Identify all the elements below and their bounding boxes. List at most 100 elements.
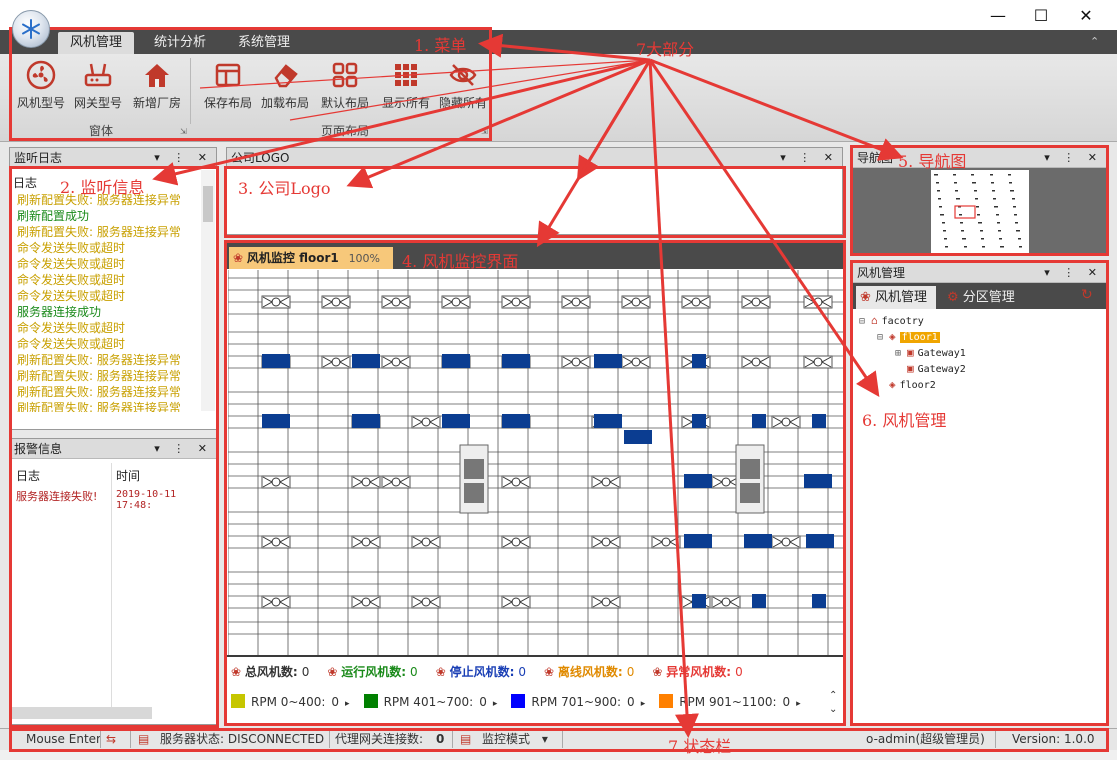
fan-marker[interactable] bbox=[501, 295, 531, 309]
fan-marker[interactable] bbox=[261, 535, 291, 549]
fan-unit-block[interactable] bbox=[502, 414, 530, 428]
load-layout-button[interactable]: 加载布局 bbox=[256, 57, 314, 113]
ribbon-collapse-icon[interactable]: ⌃ bbox=[1090, 35, 1099, 48]
fan-unit-block[interactable] bbox=[684, 534, 712, 548]
tab-zone-management[interactable]: ⚙ 分区管理 bbox=[943, 286, 1033, 309]
chevron-right-icon[interactable]: ▸ bbox=[345, 699, 350, 709]
fan-unit-block[interactable] bbox=[692, 414, 706, 428]
fan-marker[interactable] bbox=[261, 295, 291, 309]
tree-node[interactable]: ▣ Gateway2 bbox=[859, 361, 1099, 377]
fan-marker[interactable] bbox=[261, 475, 291, 489]
tree-node[interactable]: ◈ floor2 bbox=[859, 377, 1099, 393]
pane-controls[interactable]: ▾ ⋮ ✕ bbox=[1044, 148, 1102, 168]
fan-unit-block[interactable] bbox=[262, 354, 290, 368]
app-menu-orb[interactable] bbox=[12, 10, 50, 48]
pane-controls[interactable]: ▾ ⋮ ✕ bbox=[1044, 263, 1102, 283]
fan-unit-block[interactable] bbox=[502, 354, 530, 368]
fan-marker[interactable] bbox=[381, 475, 411, 489]
gateway-model-button[interactable]: 网关型号 bbox=[69, 57, 127, 113]
chevron-right-icon[interactable]: ▸ bbox=[641, 699, 646, 709]
chevron-right-icon[interactable]: ▸ bbox=[796, 699, 801, 709]
fan-unit-block[interactable] bbox=[352, 354, 380, 368]
collapse-icon[interactable]: ⊟ bbox=[859, 314, 871, 330]
show-all-button[interactable]: 显示所有 bbox=[377, 57, 435, 113]
fan-unit-block[interactable] bbox=[804, 474, 832, 488]
fan-unit-block[interactable] bbox=[594, 414, 622, 428]
fan-marker[interactable] bbox=[591, 595, 621, 609]
fan-marker[interactable] bbox=[771, 415, 801, 429]
minimize-button[interactable]: — bbox=[975, 0, 1021, 30]
floor-plan-canvas[interactable] bbox=[228, 270, 843, 655]
fan-marker[interactable] bbox=[381, 295, 411, 309]
tab-fan-management[interactable]: 风机管理 bbox=[58, 32, 135, 54]
chevron-right-icon[interactable]: ▸ bbox=[493, 699, 498, 709]
fan-marker[interactable] bbox=[501, 475, 531, 489]
fan-marker[interactable] bbox=[711, 595, 741, 609]
fan-marker[interactable] bbox=[621, 295, 651, 309]
fan-unit-block[interactable] bbox=[442, 414, 470, 428]
fan-marker[interactable] bbox=[411, 595, 441, 609]
fan-unit-block[interactable] bbox=[442, 354, 470, 368]
tree-node[interactable]: ⊟ ⌂ facotry bbox=[859, 313, 1099, 329]
floor1-doc-tab[interactable]: ❀ 风机监控 floor1 100% bbox=[229, 247, 393, 269]
fan-marker[interactable] bbox=[321, 295, 351, 309]
fan-marker[interactable] bbox=[741, 355, 771, 369]
fan-marker[interactable] bbox=[351, 475, 381, 489]
fan-unit-block[interactable] bbox=[752, 414, 766, 428]
fan-unit-block[interactable] bbox=[594, 354, 622, 368]
close-window-button[interactable]: ✕ bbox=[1063, 0, 1109, 30]
fan-marker[interactable] bbox=[771, 535, 801, 549]
fan-unit-block[interactable] bbox=[812, 414, 826, 428]
fan-marker[interactable] bbox=[351, 595, 381, 609]
mode-dropdown[interactable]: 监控模式 ▾ bbox=[482, 731, 548, 747]
tab-statistics[interactable]: 统计分析 bbox=[142, 32, 218, 54]
fan-marker[interactable] bbox=[741, 295, 771, 309]
maximize-button[interactable]: ☐ bbox=[1018, 0, 1064, 30]
default-layout-button[interactable]: 默认布局 bbox=[316, 57, 374, 113]
scroll-thumb[interactable] bbox=[203, 186, 213, 222]
tab-system[interactable]: 系统管理 bbox=[226, 32, 302, 54]
fan-marker[interactable] bbox=[441, 295, 471, 309]
add-factory-button[interactable]: 新增厂房 bbox=[128, 57, 186, 113]
fan-unit-block[interactable] bbox=[806, 534, 834, 548]
fan-marker[interactable] bbox=[411, 535, 441, 549]
fan-marker[interactable] bbox=[591, 475, 621, 489]
alarm-hscrollbar[interactable] bbox=[12, 707, 152, 719]
hide-all-button[interactable]: 隐藏所有 bbox=[434, 57, 492, 113]
dialog-launcher-icon[interactable]: ⇲ bbox=[180, 127, 187, 136]
expand-icon[interactable]: ⊞ bbox=[895, 346, 907, 362]
dialog-launcher-icon[interactable]: ⇲ bbox=[481, 127, 488, 136]
fan-unit-block[interactable] bbox=[262, 414, 290, 428]
fan-unit-block[interactable] bbox=[352, 414, 380, 428]
fan-marker[interactable] bbox=[803, 295, 833, 309]
fan-unit-block[interactable] bbox=[692, 594, 706, 608]
tree-node[interactable]: ⊟ ◈ floor1 bbox=[859, 329, 1099, 345]
fan-marker[interactable] bbox=[591, 535, 621, 549]
fan-unit-block[interactable] bbox=[692, 354, 706, 368]
tab-fan-list[interactable]: ❀ 风机管理 bbox=[856, 286, 936, 309]
navigator-minimap[interactable] bbox=[931, 170, 1029, 254]
fan-unit-block[interactable] bbox=[744, 534, 772, 548]
fan-unit-block[interactable] bbox=[624, 430, 652, 444]
log-scrollbar[interactable] bbox=[201, 170, 215, 411]
fan-marker[interactable] bbox=[261, 595, 291, 609]
fan-unit-block[interactable] bbox=[752, 594, 766, 608]
fan-marker[interactable] bbox=[381, 355, 411, 369]
fan-marker[interactable] bbox=[561, 295, 591, 309]
fan-marker[interactable] bbox=[501, 535, 531, 549]
sync-icon[interactable]: ⇆ bbox=[106, 731, 116, 747]
fan-marker[interactable] bbox=[411, 415, 441, 429]
fan-marker[interactable] bbox=[621, 355, 651, 369]
fan-unit-block[interactable] bbox=[812, 594, 826, 608]
fan-marker[interactable] bbox=[321, 355, 351, 369]
refresh-icon[interactable]: ↻ bbox=[1081, 287, 1093, 303]
fan-marker[interactable] bbox=[681, 295, 711, 309]
fan-marker[interactable] bbox=[501, 595, 531, 609]
fan-unit-block[interactable] bbox=[684, 474, 712, 488]
fan-marker[interactable] bbox=[803, 355, 833, 369]
fan-marker[interactable] bbox=[351, 535, 381, 549]
fan-marker[interactable] bbox=[651, 535, 681, 549]
collapse-icon[interactable]: ⊟ bbox=[877, 330, 889, 346]
tree-node[interactable]: ⊞ ▣ Gateway1 bbox=[859, 345, 1099, 361]
pane-controls[interactable]: ▾ ⋮ ✕ bbox=[154, 148, 212, 168]
